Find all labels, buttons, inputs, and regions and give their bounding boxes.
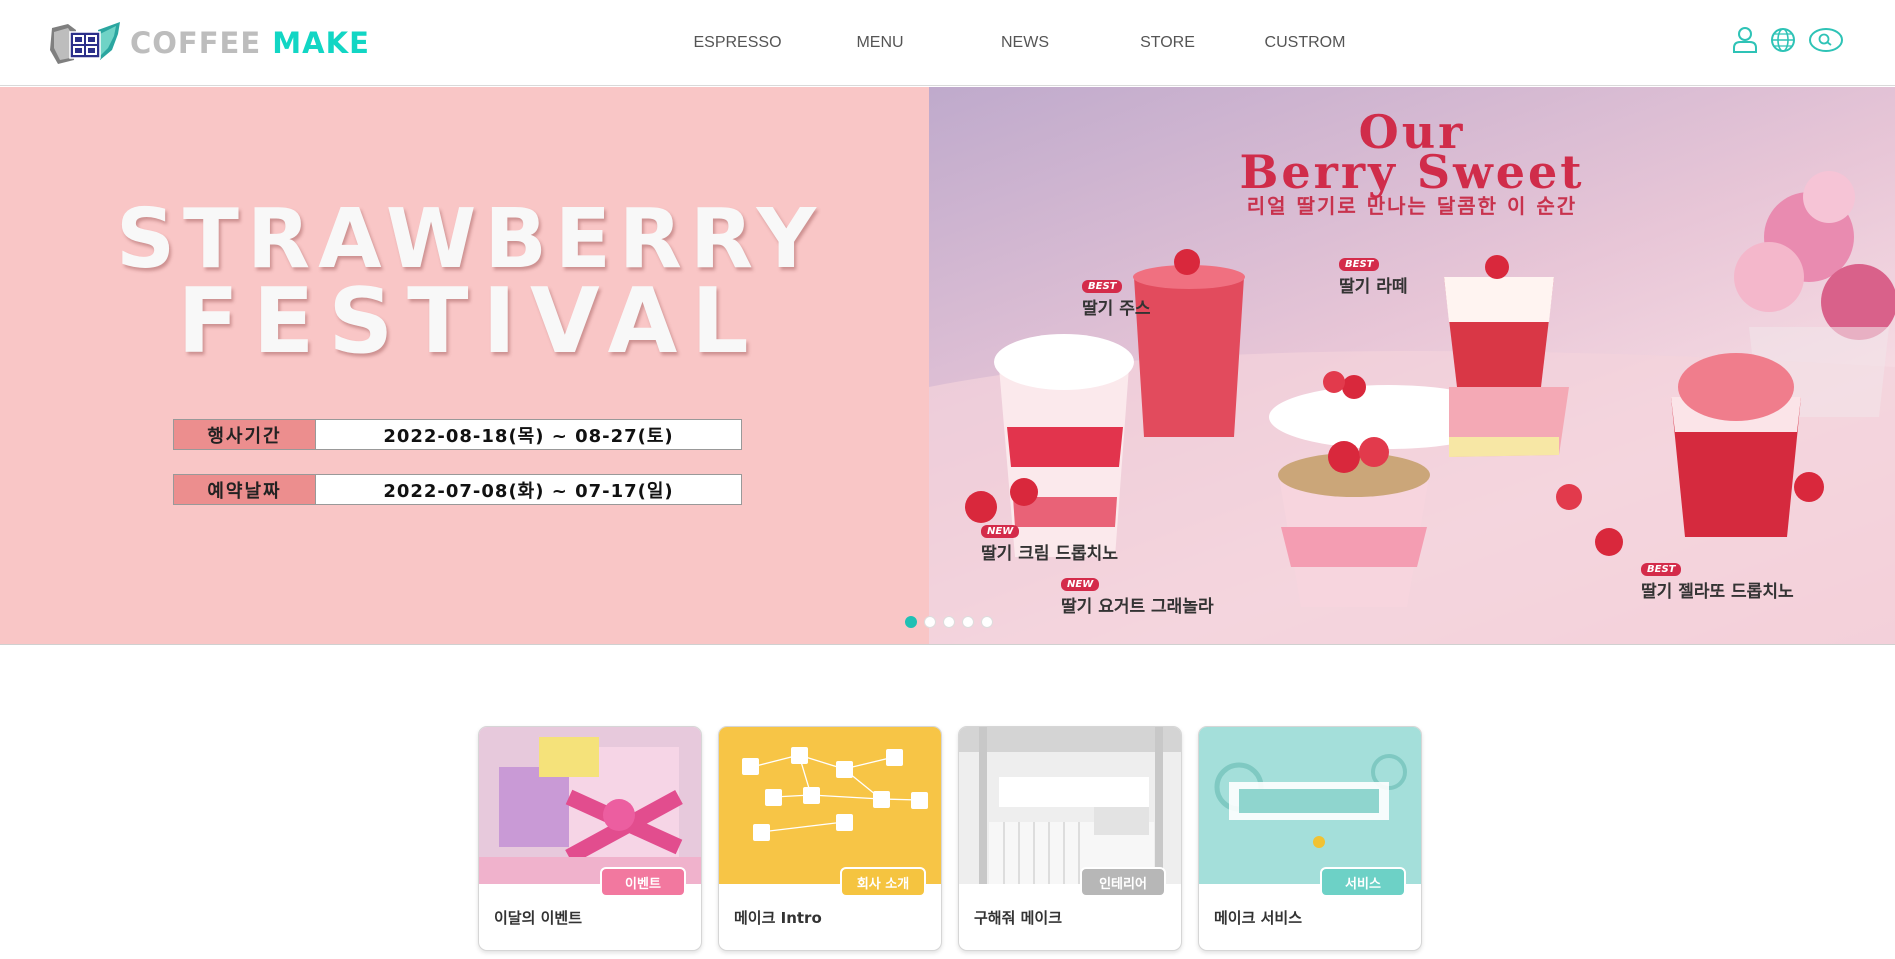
nav-menu[interactable]: MENU xyxy=(825,34,935,52)
logo-text: COFFEE MAKE xyxy=(130,26,370,60)
feature-cards: 이벤트 이달의 이벤트 회사 소개 메이크 Intro 인테리어 구해줘 메이크… xyxy=(478,726,1438,951)
card-title: 구해줘 메이크 xyxy=(974,909,1063,927)
slider-pagination xyxy=(905,616,1000,628)
festival-title-line2: FESTIVAL xyxy=(177,269,763,374)
best-tag: BEST xyxy=(1339,258,1380,271)
product-label: BEST 딸기 젤라또 드롭치노 xyxy=(1641,557,1794,602)
product-label: BEST 딸기 주스 xyxy=(1082,274,1150,319)
event-period-row: 행사기간 2022-08-18(목) ~ 08-27(토) xyxy=(173,419,742,450)
card-badge: 회사 소개 xyxy=(840,867,926,897)
new-tag: NEW xyxy=(1061,578,1100,591)
reservation-date-value: 2022-07-08(화) ~ 07-17(일) xyxy=(316,474,742,505)
product-label: NEW 딸기 크림 드롭치노 xyxy=(981,519,1118,564)
logo[interactable]: COFFEE MAKE xyxy=(48,18,370,68)
nav-store[interactable]: STORE xyxy=(1115,34,1220,52)
card-title: 메이크 서비스 xyxy=(1214,909,1303,927)
card-service[interactable]: 서비스 메이크 서비스 xyxy=(1198,726,1422,951)
utility-icons xyxy=(1732,26,1856,54)
slide-dot-3[interactable] xyxy=(943,616,955,628)
gift-box-image xyxy=(479,727,701,884)
globe-icon[interactable] xyxy=(1770,27,1796,53)
product-label: NEW 딸기 요거트 그래놀라 xyxy=(1061,572,1214,617)
logo-word-make: MAKE xyxy=(272,26,370,60)
slide-dot-4[interactable] xyxy=(962,616,974,628)
best-tag: BEST xyxy=(1082,280,1123,293)
product-name: 딸기 젤라또 드롭치노 xyxy=(1641,582,1794,602)
nav-news[interactable]: NEWS xyxy=(935,34,1115,52)
slide-dot-2[interactable] xyxy=(924,616,936,628)
product-name: 딸기 라떼 xyxy=(1339,277,1408,297)
card-title: 메이크 Intro xyxy=(734,909,822,927)
reservation-date-label: 예약날짜 xyxy=(173,474,316,505)
event-period-value: 2022-08-18(목) ~ 08-27(토) xyxy=(316,419,742,450)
card-interior[interactable]: 인테리어 구해줘 메이크 xyxy=(958,726,1182,951)
card-badge: 이벤트 xyxy=(600,867,686,897)
hero-banner: STRAWBERRY FESTIVAL 행사기간 2022-08-18(목) ~… xyxy=(0,87,1895,645)
card-badge: 인테리어 xyxy=(1080,867,1166,897)
user-icon[interactable] xyxy=(1732,26,1758,54)
product-name: 딸기 요거트 그래놀라 xyxy=(1061,597,1214,617)
card-intro[interactable]: 회사 소개 메이크 Intro xyxy=(718,726,942,951)
network-nodes-image xyxy=(719,727,941,884)
site-header: COFFEE MAKE ESPRESSO MENU NEWS STORE CUS… xyxy=(0,0,1895,86)
slide-dot-5[interactable] xyxy=(981,616,993,628)
best-tag: BEST xyxy=(1641,563,1682,576)
wings-emblem-icon xyxy=(48,20,122,66)
reservation-date-row: 예약날짜 2022-07-08(화) ~ 07-17(일) xyxy=(173,474,742,505)
service-graphic-image xyxy=(1199,727,1421,884)
product-name: 딸기 크림 드롭치노 xyxy=(981,544,1118,564)
cafe-interior-image xyxy=(959,727,1181,884)
berry-sweet-panel: Our Berry Sweet 리얼 딸기로 만나는 달콤한 이 순간 BEST… xyxy=(929,87,1895,644)
berry-subtitle: 리얼 딸기로 만나는 달콤한 이 순간 xyxy=(1246,194,1578,218)
new-tag: NEW xyxy=(981,525,1020,538)
strawberry-festival-panel: STRAWBERRY FESTIVAL 행사기간 2022-08-18(목) ~… xyxy=(0,87,929,644)
main-nav: ESPRESSO MENU NEWS STORE CUSTROM xyxy=(650,0,1390,86)
slide-dot-1[interactable] xyxy=(905,616,917,628)
card-badge: 서비스 xyxy=(1320,867,1406,897)
nav-custrom[interactable]: CUSTROM xyxy=(1220,34,1390,52)
card-title: 이달의 이벤트 xyxy=(494,909,583,927)
card-event[interactable]: 이벤트 이달의 이벤트 xyxy=(478,726,702,951)
search-icon[interactable] xyxy=(1808,27,1844,53)
product-label: BEST 딸기 라떼 xyxy=(1339,252,1407,297)
event-period-label: 행사기간 xyxy=(173,419,316,450)
nav-espresso[interactable]: ESPRESSO xyxy=(650,34,825,52)
product-name: 딸기 주스 xyxy=(1082,299,1151,319)
logo-word-coffee: COFFEE xyxy=(130,26,262,60)
